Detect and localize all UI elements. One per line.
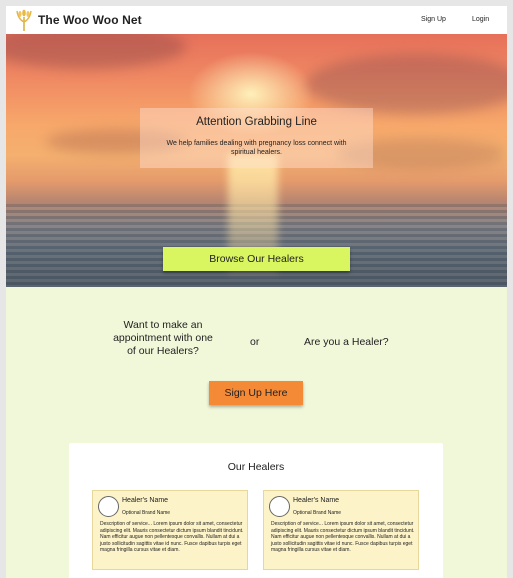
avatar [98,496,119,517]
wheat-logo-icon[interactable] [15,8,33,32]
hero-title: Attention Grabbing Line [196,116,317,128]
brand-name[interactable]: The Woo Woo Net [38,13,142,27]
healer-question: Are you a Healer? [304,336,389,348]
hero-subtitle: We help families dealing with pregnancy … [166,140,347,156]
top-nav: The Woo Woo Net Sign Up Login [6,6,507,34]
or-text: or [250,336,260,348]
healer-card[interactable]: Healer's Name Optional Brand Name Descri… [92,490,248,570]
hero-banner: Attention Grabbing Line We help families… [6,34,507,287]
healer-description: Description of service... Lorem ipsum do… [271,521,415,554]
hero-cloud [6,34,186,69]
healer-brand-name: Optional Brand Name [293,510,342,516]
hero-text-card: Attention Grabbing Line We help families… [140,108,373,168]
healers-panel: Our Healers Healer's Name Optional Brand… [69,443,443,578]
page: The Woo Woo Net Sign Up Login Attention … [6,6,507,578]
sign-up-here-button[interactable]: Sign Up Here [209,381,303,405]
healer-name: Healer's Name [122,497,169,504]
healer-brand-name: Optional Brand Name [122,510,171,516]
browse-healers-button[interactable]: Browse Our Healers [163,247,350,271]
avatar [269,496,290,517]
healer-card[interactable]: Healer's Name Optional Brand Name Descri… [263,490,419,570]
healer-name: Healer's Name [293,497,340,504]
nav-sign-up-link[interactable]: Sign Up [421,16,446,23]
hero-cloud [306,54,507,114]
appointment-question: Want to make an appointment with one of … [113,319,213,357]
healers-title: Our Healers [227,461,285,473]
healer-description: Description of service... Lorem ipsum do… [100,521,244,554]
nav-login-link[interactable]: Login [472,16,489,23]
